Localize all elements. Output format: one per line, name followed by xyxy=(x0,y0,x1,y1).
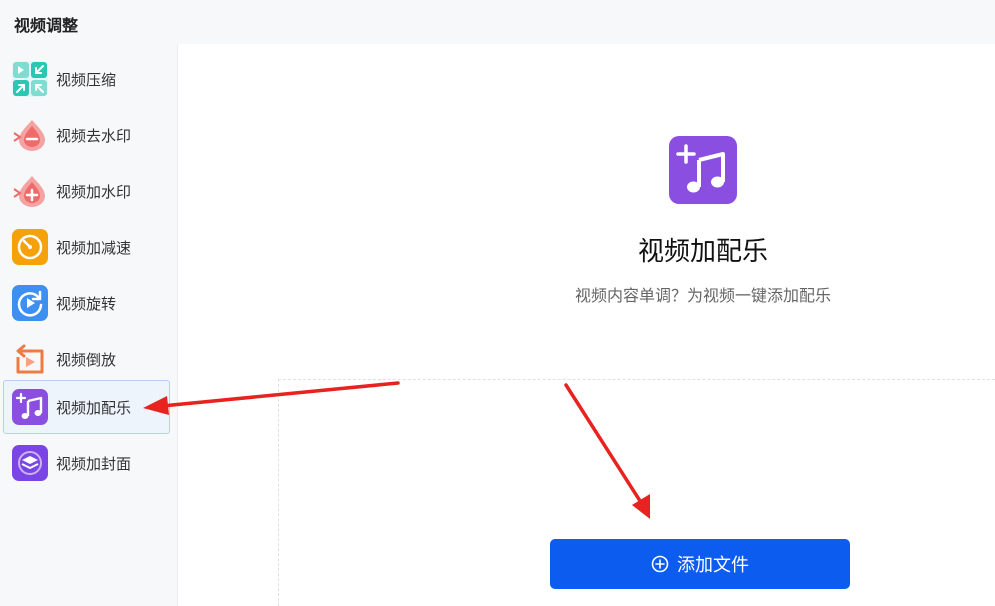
add-file-button[interactable]: 添加文件 xyxy=(550,539,850,589)
sidebar-item-label: 视频旋转 xyxy=(56,294,117,313)
music-add-icon xyxy=(12,389,48,425)
drop-zone-border xyxy=(278,379,279,606)
music-add-icon xyxy=(669,136,737,204)
sidebar-item-add-music[interactable]: 视频加配乐 xyxy=(3,380,170,434)
reverse-play-icon xyxy=(12,341,48,377)
app-header: 视频调整 xyxy=(0,0,995,44)
sidebar-item-label: 视频倒放 xyxy=(56,350,117,369)
compress-icon xyxy=(12,61,48,97)
drop-zone-border xyxy=(278,379,995,380)
sidebar-item-rotate[interactable]: 视频旋转 xyxy=(3,276,170,330)
rotate-icon xyxy=(12,285,48,321)
sidebar-item-reverse[interactable]: 视频倒放 xyxy=(3,332,170,386)
cover-layers-icon xyxy=(12,445,48,481)
plus-circle-icon xyxy=(651,555,669,573)
watermark-remove-icon xyxy=(12,117,48,153)
sidebar-item-compress[interactable]: 视频压缩 xyxy=(3,52,170,106)
sidebar-item-label: 视频加水印 xyxy=(56,182,132,201)
sidebar-item-remove-watermark[interactable]: 视频去水印 xyxy=(3,108,170,162)
sidebar-item-label: 视频加配乐 xyxy=(56,398,132,417)
sidebar-item-label: 视频加封面 xyxy=(56,454,132,473)
sidebar-item-label: 视频去水印 xyxy=(56,126,132,145)
sidebar: 视频压缩 视频去水印 视频加水印 视频加减速 视频旋转 视频倒放 视频加配乐 视… xyxy=(0,44,178,606)
sidebar-item-speed[interactable]: 视频加减速 xyxy=(3,220,170,274)
sidebar-item-add-watermark[interactable]: 视频加水印 xyxy=(3,164,170,218)
main-panel: 视频加配乐 视频内容单调？为视频一键添加配乐 添加文件 xyxy=(178,44,995,606)
speedometer-icon xyxy=(12,229,48,265)
add-file-label: 添加文件 xyxy=(677,555,749,576)
page-title: 视频调整 xyxy=(14,16,79,35)
sidebar-item-add-cover[interactable]: 视频加封面 xyxy=(3,436,170,490)
sidebar-item-label: 视频压缩 xyxy=(56,70,117,89)
sidebar-item-label: 视频加减速 xyxy=(56,238,132,257)
watermark-add-icon xyxy=(12,173,48,209)
feature-title: 视频加配乐 xyxy=(637,237,768,267)
feature-subtitle: 视频内容单调？为视频一键添加配乐 xyxy=(574,286,831,305)
